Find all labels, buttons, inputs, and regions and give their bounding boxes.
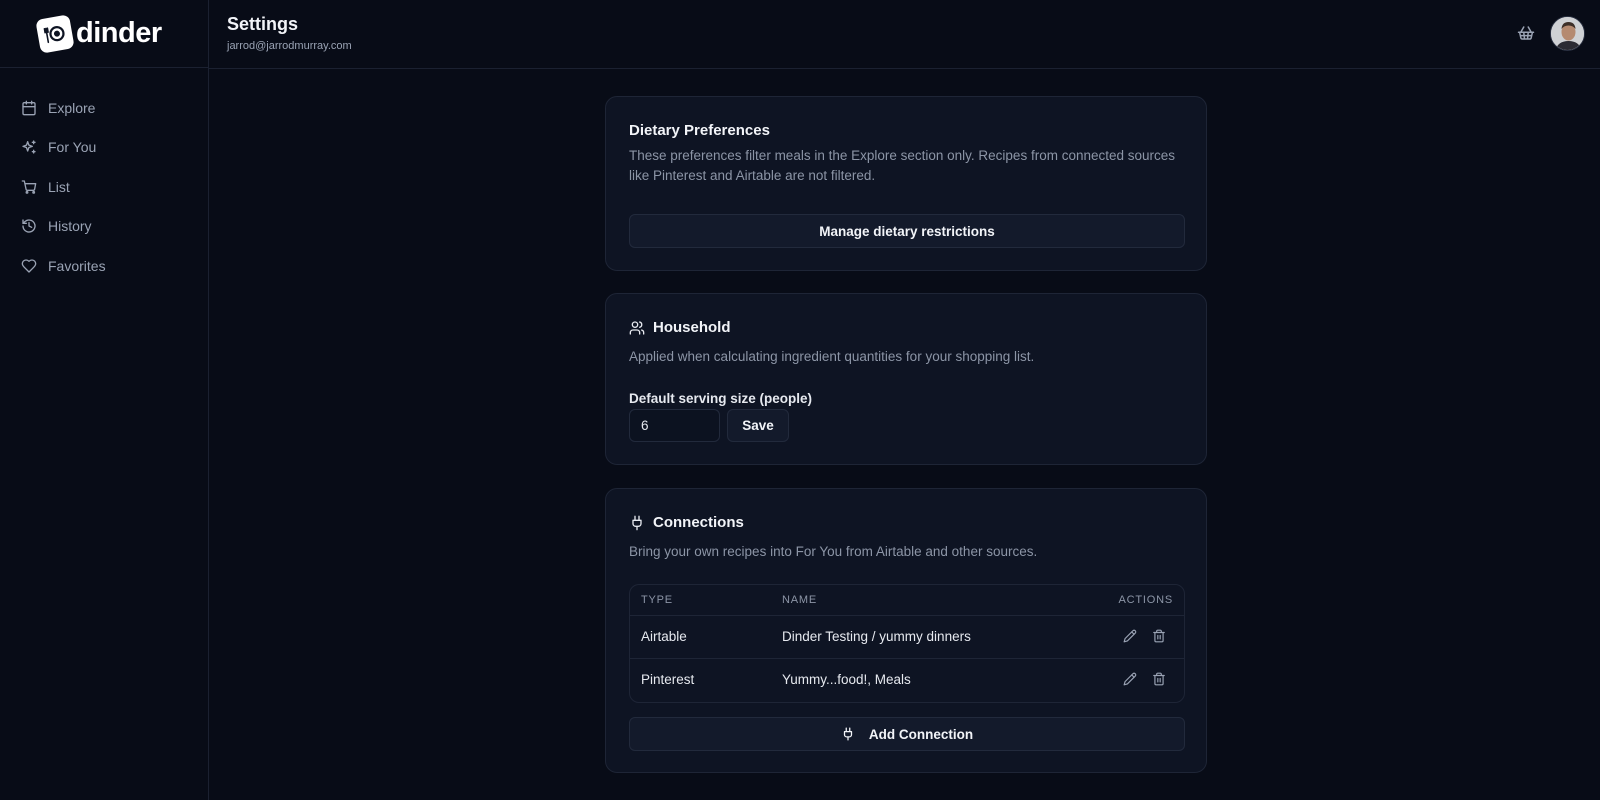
- dinder-logo-icon: [35, 13, 75, 54]
- basket-icon[interactable]: [1517, 24, 1535, 42]
- top-header: Settings jarrod@jarrodmurray.com: [209, 0, 1600, 69]
- sidebar-item-label: History: [48, 218, 92, 235]
- household-description: Applied when calculating ingredient quan…: [629, 349, 1035, 364]
- plug-icon: [841, 727, 855, 741]
- dietary-preferences-card: Dietary Preferences These preferences fi…: [605, 96, 1207, 271]
- serving-size-input[interactable]: [629, 409, 720, 442]
- table-row: Pinterest Yummy...food!, Meals: [630, 659, 1184, 702]
- column-header-name: NAME: [782, 594, 817, 606]
- plug-icon: [629, 515, 645, 531]
- connections-card: Connections Bring your own recipes into …: [605, 488, 1207, 773]
- user-email: jarrod@jarrodmurray.com: [227, 40, 352, 52]
- edit-icon[interactable]: [1123, 672, 1139, 688]
- dietary-description: These preferences filter meals in the Ex…: [629, 148, 1176, 183]
- manage-dietary-restrictions-button[interactable]: Manage dietary restrictions: [629, 214, 1185, 248]
- table-header: TYPE NAME ACTIONS: [630, 585, 1184, 616]
- sidebar-item-label: For You: [48, 139, 97, 156]
- sparkles-icon: [21, 139, 37, 155]
- button-label: Manage dietary restrictions: [819, 223, 995, 239]
- page-title: Settings: [227, 14, 299, 34]
- household-card: Household Applied when calculating ingre…: [605, 293, 1207, 465]
- sidebar-item-favorites[interactable]: Favorites: [0, 246, 208, 286]
- dietary-title: Dietary Preferences: [629, 122, 770, 139]
- trash-icon[interactable]: [1152, 629, 1168, 645]
- sidebar-nav: Explore For You List History Favorites: [0, 68, 208, 286]
- edit-icon[interactable]: [1123, 629, 1139, 645]
- app-name: dinder: [76, 17, 162, 49]
- connection-name: Yummy...food!, Meals: [782, 672, 911, 687]
- column-header-type: TYPE: [641, 594, 673, 606]
- connection-name: Dinder Testing / yummy dinners: [782, 629, 971, 644]
- column-header-actions: ACTIONS: [1118, 594, 1173, 606]
- sidebar-item-history[interactable]: History: [0, 207, 208, 247]
- household-title-text: Household: [653, 319, 731, 336]
- connection-type: Airtable: [641, 629, 687, 644]
- table-row: Airtable Dinder Testing / yummy dinners: [630, 616, 1184, 659]
- serving-size-label: Default serving size (people): [629, 391, 813, 406]
- add-connection-button[interactable]: Add Connection: [629, 717, 1185, 751]
- sidebar-item-label: List: [48, 178, 70, 195]
- trash-icon[interactable]: [1152, 672, 1168, 688]
- sidebar-item-label: Explore: [48, 99, 96, 116]
- sidebar-item-for-you[interactable]: For You: [0, 128, 208, 168]
- cart-icon: [21, 179, 37, 195]
- history-icon: [21, 218, 37, 234]
- avatar[interactable]: [1550, 16, 1585, 51]
- connection-type: Pinterest: [641, 672, 695, 687]
- sidebar-item-explore[interactable]: Explore: [0, 88, 208, 128]
- heart-icon: [21, 258, 37, 274]
- button-label: Add Connection: [868, 726, 974, 742]
- connections-table: TYPE NAME ACTIONS Airtable Dinder Testin…: [629, 584, 1185, 703]
- sidebar-item-label: Favorites: [48, 257, 106, 274]
- calendar-icon: [21, 100, 37, 116]
- sidebar: dinder Explore For You List History Favo…: [0, 0, 209, 800]
- connections-title: Connections: [629, 514, 744, 531]
- save-button[interactable]: Save: [727, 409, 789, 442]
- app-logo[interactable]: dinder: [0, 0, 208, 68]
- household-title: Household: [629, 319, 731, 336]
- save-label: Save: [742, 418, 774, 433]
- connections-title-text: Connections: [653, 514, 744, 531]
- sidebar-item-list[interactable]: List: [0, 167, 208, 207]
- connections-description: Bring your own recipes into For You from…: [629, 544, 1038, 559]
- users-icon: [629, 320, 645, 336]
